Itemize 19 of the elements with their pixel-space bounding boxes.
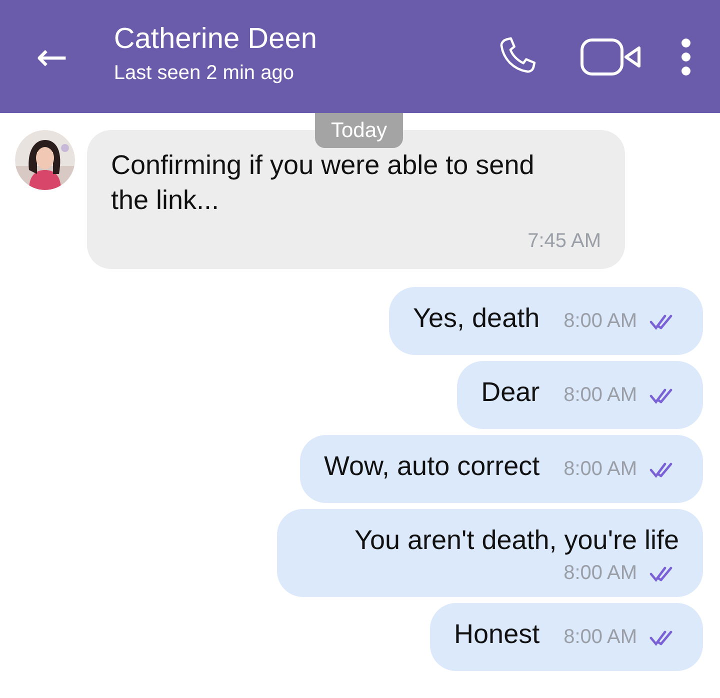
message-time: 8:00 AM xyxy=(564,562,637,586)
message-text: Wow, auto correct xyxy=(324,450,540,484)
message-time: 8:00 AM xyxy=(564,626,637,650)
message-text: Honest xyxy=(454,618,540,652)
message-time: 8:00 AM xyxy=(564,310,637,334)
message-text: Confirming if you were able to send the link... xyxy=(111,149,536,218)
contact-name: Catherine Deen xyxy=(114,22,318,56)
message-text: Yes, death xyxy=(412,302,540,336)
back-button[interactable]: ← xyxy=(36,38,68,76)
last-seen-status: Last seen 2 min ago xyxy=(114,62,295,84)
message-time: 7:45 AM xyxy=(528,230,601,254)
message-time: 8:00 AM xyxy=(564,458,637,482)
more-options-button[interactable] xyxy=(680,36,692,76)
video-camera-icon xyxy=(580,36,642,76)
message-time: 8:00 AM xyxy=(564,384,637,408)
message-text: Dear xyxy=(481,376,540,410)
more-icon xyxy=(680,36,692,76)
video-call-button[interactable] xyxy=(580,36,642,76)
message-text: You aren't death, you're life xyxy=(354,524,679,558)
